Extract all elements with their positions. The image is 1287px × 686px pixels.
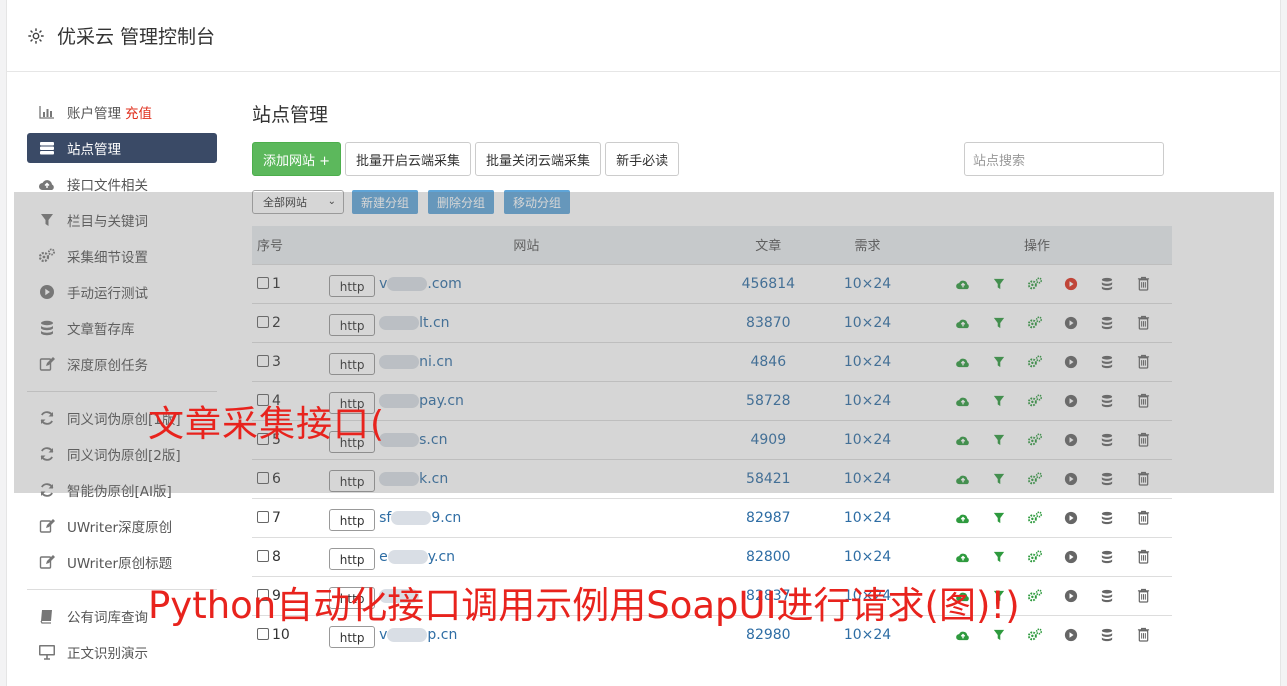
blurred-text <box>387 627 428 642</box>
sidebar-item-label: 账户管理 <box>67 106 121 122</box>
gear-icon <box>28 27 44 44</box>
recharge-link[interactable]: 充值 <box>125 102 152 122</box>
app-title: 优采云 管理控制台 <box>57 26 216 48</box>
header: 优采云 管理控制台 <box>7 0 1280 72</box>
sidebar-item-label: 站点管理 <box>67 142 121 158</box>
guide-button[interactable]: 新手必读 <box>605 142 680 176</box>
filter-icon[interactable] <box>990 509 1008 527</box>
cloud-upload-icon[interactable] <box>954 548 972 566</box>
site-domain: 9.cn <box>431 509 462 526</box>
protocol-badge[interactable]: http <box>329 625 376 648</box>
protocol-badge[interactable]: http <box>329 547 376 570</box>
sidebar-item[interactable]: 账户管理 充值 <box>27 94 217 130</box>
gray-overlay <box>14 192 1274 493</box>
row-checkbox[interactable] <box>257 627 269 640</box>
add-site-button[interactable]: 添加网站 + <box>252 142 342 176</box>
table-row: 7 http sf 9.cn 82987 10×24 <box>252 497 1172 537</box>
site-domain: p.cn <box>427 626 458 643</box>
play-circle-icon[interactable] <box>1062 587 1080 605</box>
operations-cell <box>922 536 1172 576</box>
site-prefix: v <box>379 626 388 643</box>
sidebar-item-label: 接口文件相关 <box>67 178 148 194</box>
trash-icon[interactable] <box>1134 509 1152 527</box>
blurred-text <box>391 510 432 525</box>
row-index: 10 <box>272 626 290 643</box>
sidebar-item[interactable]: UWriter深度原创 <box>27 508 217 544</box>
bar-chart-icon <box>38 104 56 120</box>
articles-count[interactable]: 82987 <box>723 497 814 537</box>
sidebar-item[interactable]: 正文识别演示 <box>27 634 217 670</box>
trash-icon[interactable] <box>1134 626 1152 644</box>
filter-icon[interactable] <box>990 548 1008 566</box>
cogs-icon[interactable] <box>1026 626 1044 644</box>
sidebar-item-label: UWriter深度原创 <box>67 520 173 536</box>
cogs-icon[interactable] <box>1026 509 1044 527</box>
play-circle-icon[interactable] <box>1062 626 1080 644</box>
blurred-text <box>387 549 428 564</box>
site-cell: http e y.cn <box>329 536 724 576</box>
edit-icon <box>38 518 56 534</box>
batch-close-button[interactable]: 批量关闭云端采集 <box>475 142 602 176</box>
edit-icon <box>38 554 56 570</box>
site-search-input[interactable]: 站点搜索 <box>964 142 1164 176</box>
cloud-upload-icon[interactable] <box>954 509 972 527</box>
cogs-icon[interactable] <box>1026 587 1044 605</box>
database-icon[interactable] <box>1098 509 1116 527</box>
watermark-title: 文章采集接口( <box>148 404 386 445</box>
requirement-cell[interactable]: 10×24 <box>813 497 923 537</box>
operations <box>922 548 1172 566</box>
site-link[interactable]: e y.cn <box>379 549 455 565</box>
site-cell: http sf 9.cn <box>329 497 724 537</box>
watermark-subtitle: Python自动化接口调用示例用SoapUI进行请求(图)!) <box>148 584 1020 627</box>
database-icon[interactable] <box>1098 626 1116 644</box>
site-domain: y.cn <box>427 548 456 565</box>
batch-open-button[interactable]: 批量开启云端采集 <box>345 142 472 176</box>
site-link[interactable]: v p.cn <box>379 627 457 643</box>
operations <box>922 509 1172 527</box>
row-index: 7 <box>272 509 281 526</box>
articles-count[interactable]: 82800 <box>723 536 814 576</box>
site-link[interactable]: sf 9.cn <box>379 510 461 526</box>
site-prefix: e <box>379 548 388 565</box>
page-title: 站点管理 <box>252 104 329 126</box>
sidebar-item[interactable]: 站点管理 <box>27 133 217 163</box>
cogs-icon[interactable] <box>1026 548 1044 566</box>
trash-icon[interactable] <box>1134 587 1152 605</box>
play-circle-icon[interactable] <box>1062 509 1080 527</box>
sidebar-item-label: 公有词库查询 <box>67 610 148 626</box>
book-icon <box>38 608 56 624</box>
cloud-upload-icon <box>38 176 56 192</box>
row-index-cell: 8 <box>252 536 330 576</box>
protocol-badge[interactable]: http <box>329 508 376 531</box>
row-checkbox[interactable] <box>257 549 269 562</box>
database-icon[interactable] <box>1098 548 1116 566</box>
monitor-icon <box>38 644 56 660</box>
table-row: 8 http e y.cn 82800 10×24 <box>252 536 1172 576</box>
sidebar-item-label: 正文识别演示 <box>67 646 148 662</box>
sidebar-item-label: UWriter原创标题 <box>67 556 173 572</box>
site-prefix: sf <box>379 509 392 526</box>
database-icon[interactable] <box>1098 587 1116 605</box>
trash-icon[interactable] <box>1134 548 1152 566</box>
operations-cell <box>922 497 1172 537</box>
row-checkbox[interactable] <box>257 510 269 523</box>
requirement-cell[interactable]: 10×24 <box>813 536 923 576</box>
play-circle-icon[interactable] <box>1062 548 1080 566</box>
server-icon <box>38 140 56 156</box>
row-index: 8 <box>272 548 281 565</box>
row-index-cell: 7 <box>252 497 330 537</box>
